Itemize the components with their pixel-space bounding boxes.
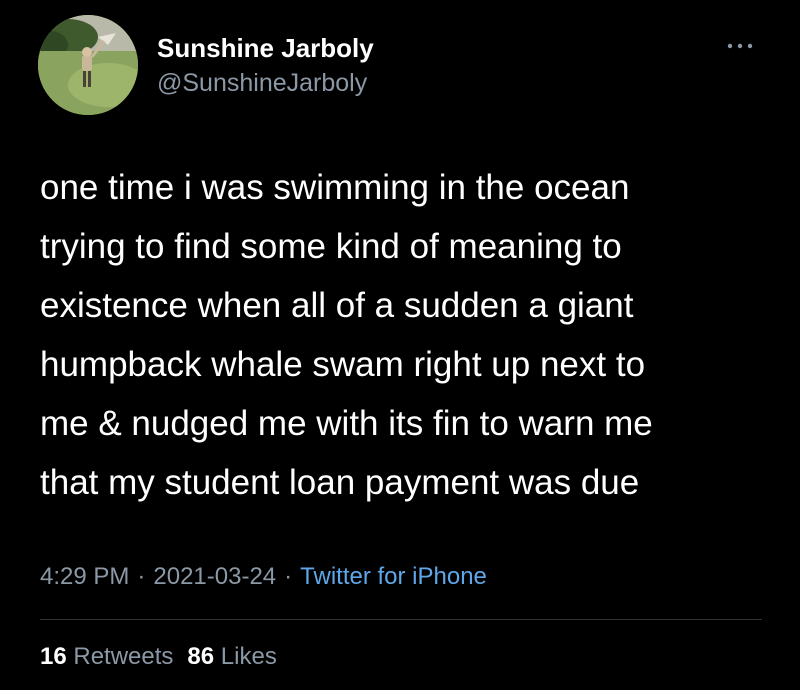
tweet-text-line: existence when all of a sudden a giant: [40, 286, 634, 325]
avatar-photo: [38, 15, 138, 115]
tweet-detail: Sunshine Jarboly @SunshineJarboly one ti…: [0, 0, 800, 690]
likes-count: 86: [187, 643, 215, 670]
divider: [40, 619, 762, 620]
tweet-text-line: that my student loan payment was due: [40, 463, 640, 502]
retweets-stat[interactable]: 16 Retweets: [40, 643, 173, 670]
user-handle[interactable]: @SunshineJarboly: [157, 69, 367, 98]
more-horizontal-icon: [727, 43, 753, 49]
tweet-source-link[interactable]: Twitter for iPhone: [300, 563, 487, 590]
tweet-meta: 4:29 PM · 2021-03-24 · Twitter for iPhone: [40, 563, 487, 591]
likes-label: Likes: [220, 643, 277, 670]
likes-stat[interactable]: 86 Likes: [187, 643, 276, 670]
avatar[interactable]: [38, 15, 138, 115]
display-name[interactable]: Sunshine Jarboly: [157, 33, 374, 64]
retweets-label: Retweets: [73, 643, 174, 670]
tweet-stats: 16 Retweets 86 Likes: [40, 643, 277, 671]
retweets-count: 16: [40, 643, 67, 670]
tweet-time[interactable]: 4:29 PM: [40, 563, 129, 590]
tweet-text-line: humpback whale swam right up next to: [40, 345, 646, 384]
tweet-text-line: one time i was swimming in the ocean: [40, 168, 630, 207]
tweet-date[interactable]: 2021-03-24: [153, 563, 276, 590]
tweet-text-line: trying to find some kind of meaning to: [40, 227, 622, 266]
tweet-text: one time i was swimming in the ocean try…: [40, 158, 760, 512]
more-options-button[interactable]: [720, 34, 760, 58]
tweet-text-line: me & nudged me with its fin to warn me: [40, 404, 653, 443]
meta-separator: ·: [284, 563, 293, 590]
meta-separator: ·: [137, 563, 146, 590]
